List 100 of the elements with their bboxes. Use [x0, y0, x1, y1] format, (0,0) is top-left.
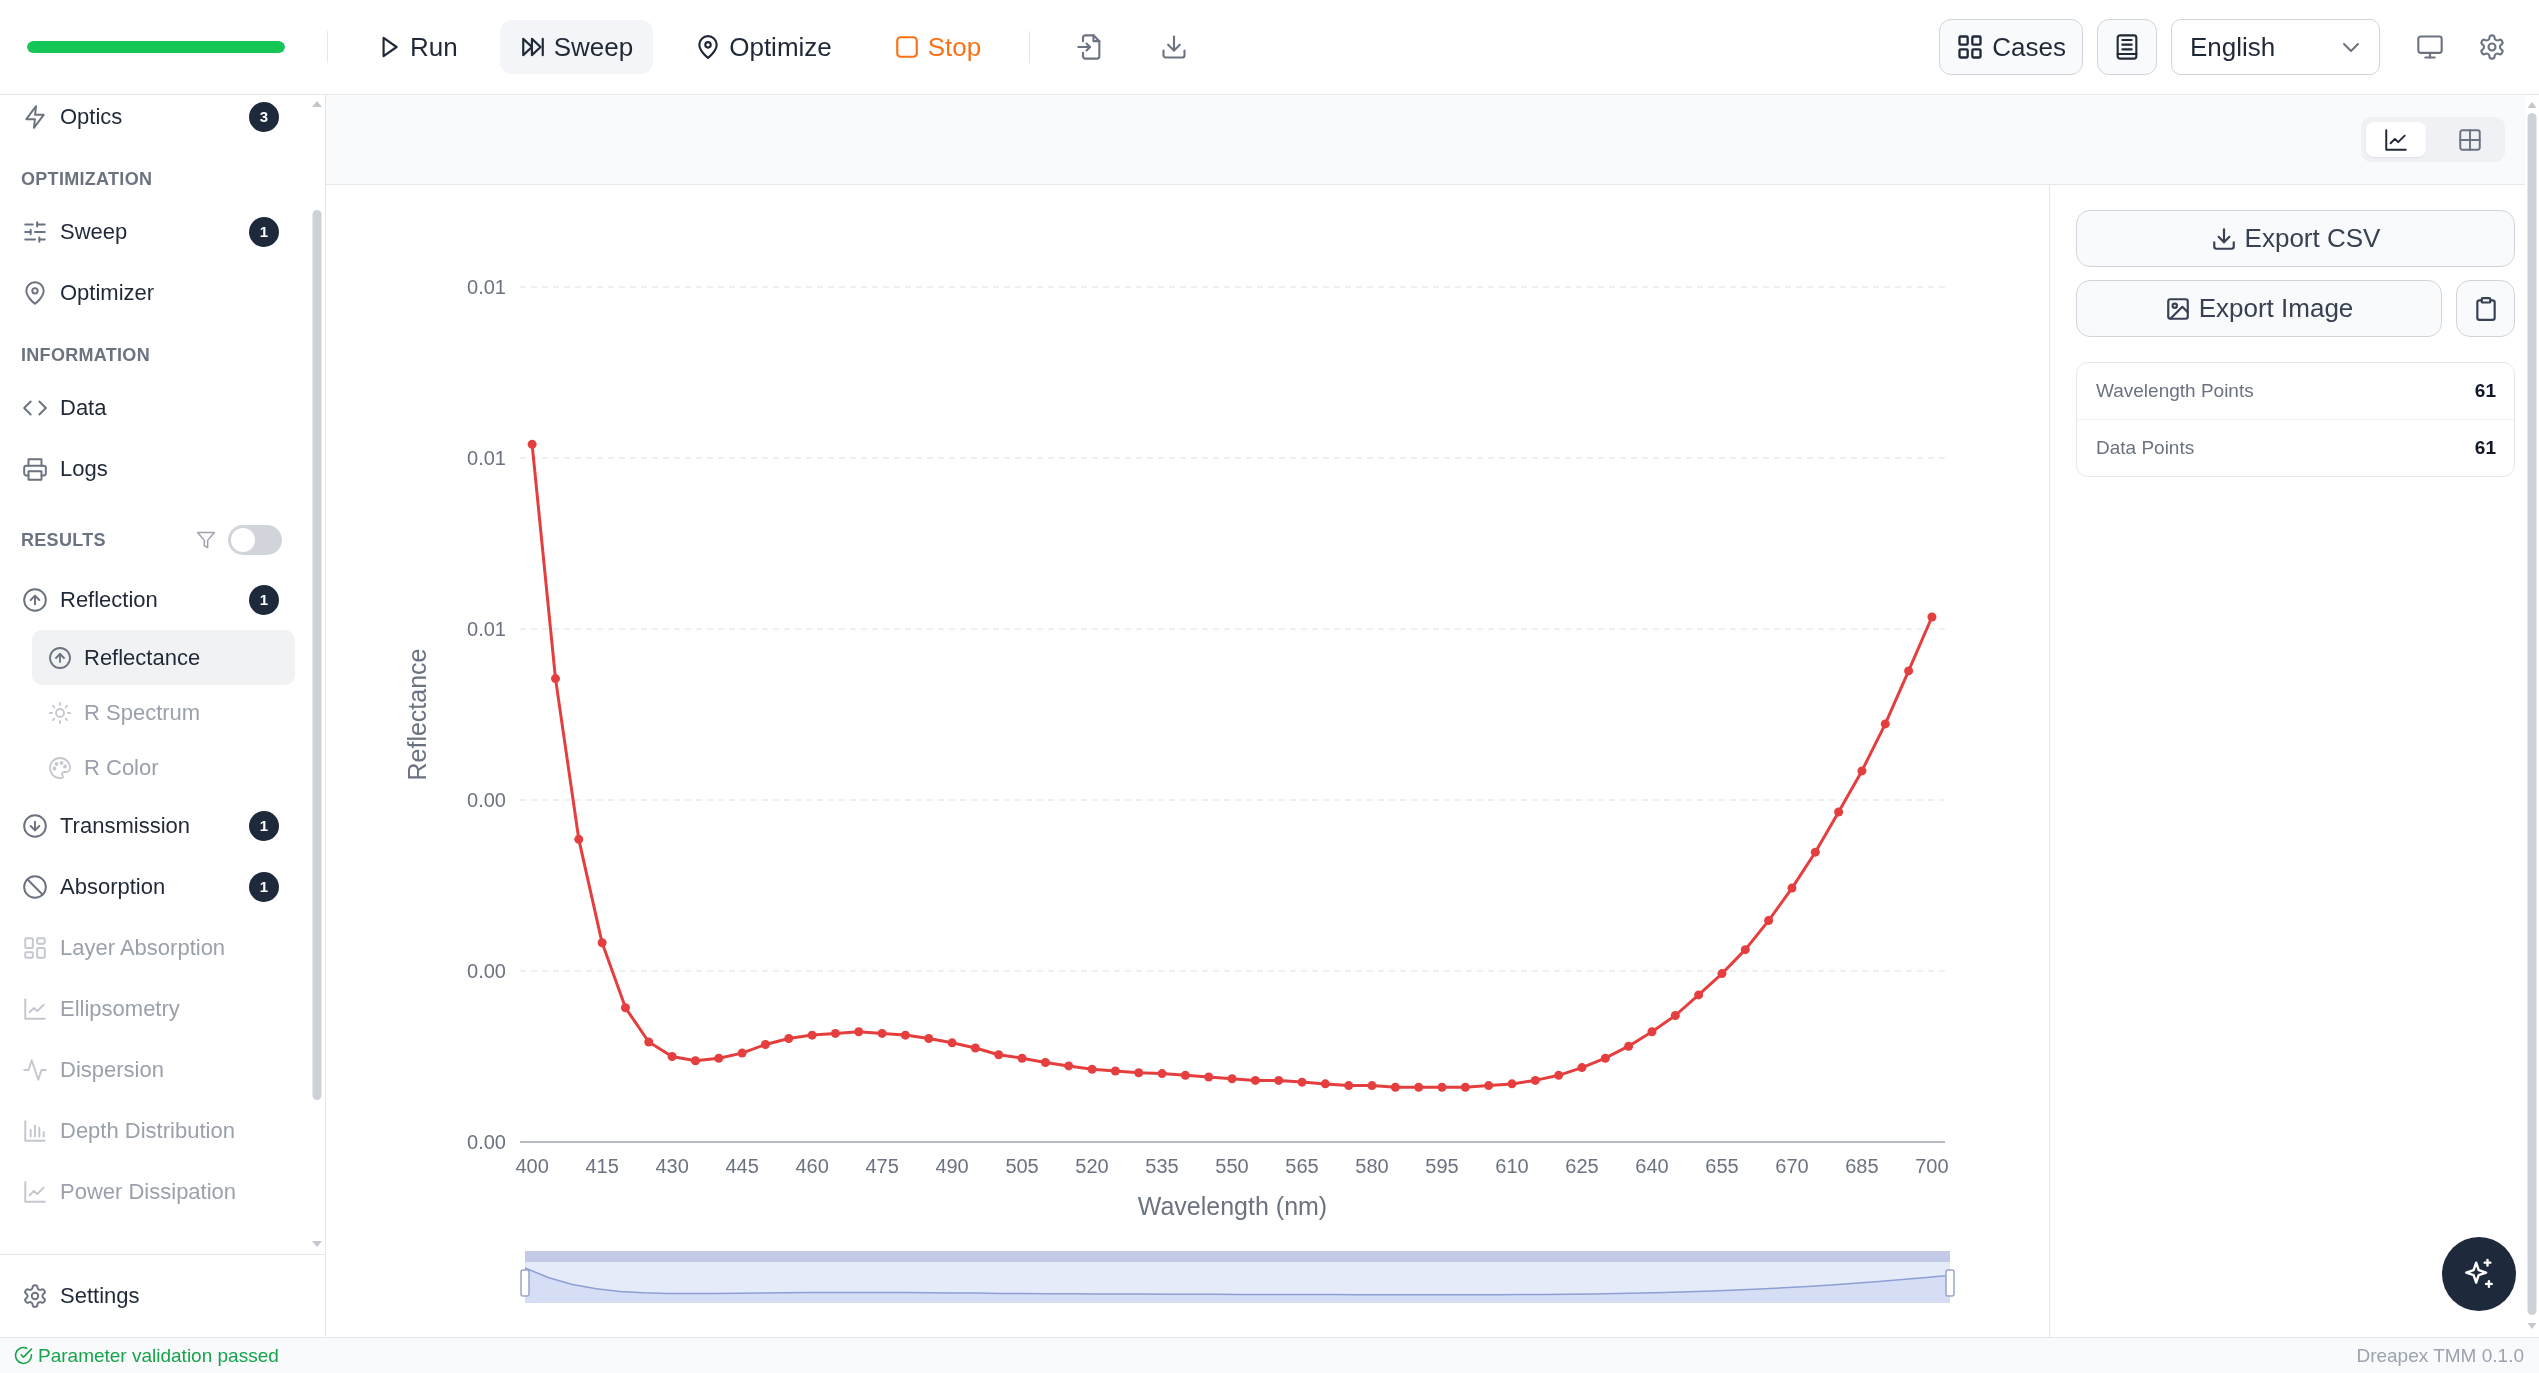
axis-tick-label: 475 [865, 1155, 899, 1177]
sidebar-item[interactable]: Settings [0, 1265, 295, 1327]
sparkle-icon [2462, 1257, 2496, 1291]
data-point [760, 1040, 770, 1050]
axis-tick-label: 490 [935, 1155, 969, 1177]
data-point [1344, 1081, 1354, 1091]
axis-tick-label: 625 [1565, 1155, 1599, 1177]
lightning-icon [22, 103, 48, 130]
data-point [1507, 1079, 1517, 1089]
sweep-button[interactable]: Sweep [499, 20, 654, 74]
count-badge: 1 [249, 584, 279, 615]
sidebar-item[interactable]: Data [0, 377, 295, 438]
sidebar-item[interactable]: Reflectance [32, 630, 295, 685]
line-chart-icon [22, 1178, 48, 1205]
axis-tick-label: 670 [1775, 1155, 1809, 1177]
axis-tick-label: 430 [655, 1155, 689, 1177]
data-point [1857, 766, 1867, 776]
axis-tick-label: 0.00 [467, 789, 506, 811]
axis-title: Reflectance [403, 648, 431, 781]
data-point [714, 1053, 724, 1063]
data-point [1740, 945, 1750, 955]
optimize-button[interactable]: Optimize [675, 20, 852, 74]
cases-button[interactable]: Cases [1939, 19, 2083, 75]
notebook-button[interactable] [2097, 19, 2157, 75]
up-arrow-circle-icon [22, 586, 48, 613]
data-point [597, 938, 607, 948]
slider-selection[interactable] [525, 1251, 1950, 1262]
data-point [1554, 1070, 1564, 1080]
axis-tick-label: 415 [585, 1155, 619, 1177]
sidebar-item[interactable]: Reflection 1 [0, 569, 295, 630]
copy-button[interactable] [2456, 280, 2515, 337]
data-point [1390, 1082, 1400, 1092]
sidebar-item[interactable]: Optics 3 [0, 95, 295, 147]
axis-tick-label: 580 [1355, 1155, 1389, 1177]
data-point [620, 1003, 630, 1013]
data-point [1484, 1081, 1494, 1091]
data-point [1624, 1041, 1634, 1051]
axis-tick-label: 0.01 [467, 276, 506, 298]
data-point [690, 1056, 700, 1066]
sidebar-item[interactable]: Sweep 1 [0, 201, 295, 262]
data-point [1694, 990, 1704, 1000]
data-point [1810, 847, 1820, 857]
prohibited-icon [22, 873, 48, 900]
slider-handle[interactable] [1945, 1269, 1955, 1297]
location-pin-icon [22, 279, 48, 306]
data-point [970, 1043, 980, 1053]
data-point [1227, 1074, 1237, 1084]
axis-tick-label: 595 [1425, 1155, 1459, 1177]
data-point [1880, 719, 1890, 729]
data-point [807, 1030, 817, 1040]
data-point [527, 439, 537, 449]
axis-tick-label: 505 [1005, 1155, 1039, 1177]
data-point [1180, 1070, 1190, 1080]
sidebar-item[interactable]: Logs [0, 438, 295, 499]
data-point [1460, 1082, 1470, 1092]
chart-view-button[interactable] [2366, 122, 2426, 157]
language-select[interactable]: English [2171, 19, 2380, 75]
sun-icon [48, 700, 72, 725]
axis-tick-label: 565 [1285, 1155, 1319, 1177]
export-image-button[interactable]: Export Image [2076, 280, 2442, 337]
export-csv-button[interactable]: Export CSV [2076, 210, 2515, 267]
axis-title: Wavelength (nm) [1137, 1192, 1328, 1220]
data-point [1414, 1082, 1424, 1092]
data-point [667, 1052, 677, 1061]
data-point [1764, 916, 1774, 926]
data-point [1017, 1053, 1027, 1063]
data-point [1297, 1077, 1307, 1087]
data-point [737, 1048, 747, 1058]
axis-tick-label: 610 [1495, 1155, 1529, 1177]
toggle-switch[interactable] [228, 525, 282, 555]
data-point [1204, 1072, 1214, 1082]
data-point [947, 1038, 957, 1048]
data-point [1134, 1068, 1144, 1078]
sidebar-item[interactable]: Optimizer [0, 262, 295, 323]
data-point [550, 674, 560, 684]
run-button[interactable]: Run [356, 20, 478, 74]
line-chart-icon [22, 995, 48, 1022]
stat-value: 61 [2474, 380, 2496, 402]
data-point [1787, 883, 1797, 893]
data-point [1577, 1063, 1587, 1073]
count-badge: 3 [249, 101, 279, 132]
settings-icon [2478, 33, 2506, 61]
slider-handle[interactable] [520, 1269, 530, 1297]
sidebar-item[interactable]: Transmission 1 [0, 795, 295, 856]
range-slider[interactable] [520, 1251, 1955, 1303]
data-point [1110, 1066, 1120, 1076]
stat-value: 61 [2474, 437, 2496, 459]
download-icon [1160, 33, 1189, 61]
data-point [900, 1030, 910, 1040]
axis-tick-label: 445 [725, 1155, 759, 1177]
axis-tick-label: 520 [1075, 1155, 1109, 1177]
version-label: Dreapex TMM 0.1.0 [2356, 1344, 2524, 1367]
data-point [1834, 807, 1844, 817]
filter-icon [196, 530, 216, 550]
palette-icon [48, 755, 72, 780]
data-point [644, 1037, 654, 1047]
section-heading: OPTIMIZATION [21, 168, 153, 190]
axis-tick-label: 460 [795, 1155, 829, 1177]
data-point [1670, 1010, 1680, 1020]
sidebar-item[interactable]: Absorption 1 [0, 856, 295, 917]
